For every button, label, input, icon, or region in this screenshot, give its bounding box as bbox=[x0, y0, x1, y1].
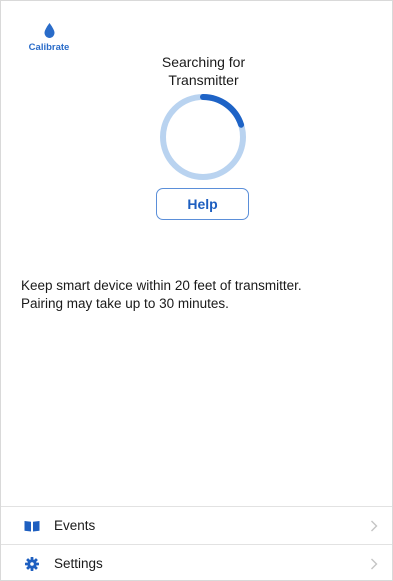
instructions-line-1: Keep smart device within 20 feet of tran… bbox=[21, 278, 302, 293]
app-screen: Calibrate Searching for Transmitter Help… bbox=[0, 0, 393, 581]
menu-item-settings[interactable]: Settings bbox=[1, 544, 392, 581]
help-button[interactable]: Help bbox=[156, 188, 249, 220]
calibrate-label: Calibrate bbox=[28, 42, 70, 53]
searching-spinner bbox=[160, 94, 246, 180]
menu-item-label: Events bbox=[54, 518, 96, 533]
status-text: Searching for Transmitter bbox=[121, 53, 286, 89]
instructions-text: Keep smart device within 20 feet of tran… bbox=[21, 277, 386, 313]
instructions-line-2: Pairing may take up to 30 minutes. bbox=[21, 296, 229, 311]
chevron-right-icon bbox=[371, 558, 378, 569]
menu-item-events[interactable]: Events bbox=[1, 506, 392, 544]
status-line-2: Transmitter bbox=[168, 72, 239, 88]
calibrate-button[interactable]: Calibrate bbox=[19, 23, 79, 53]
gear-icon bbox=[24, 556, 40, 571]
chevron-right-icon bbox=[371, 520, 378, 531]
menu-item-label: Settings bbox=[54, 556, 103, 571]
drop-icon bbox=[44, 23, 54, 38]
status-line-1: Searching for bbox=[161, 54, 246, 70]
bottom-menu: Events Settings bbox=[1, 506, 392, 581]
book-icon bbox=[24, 519, 40, 533]
